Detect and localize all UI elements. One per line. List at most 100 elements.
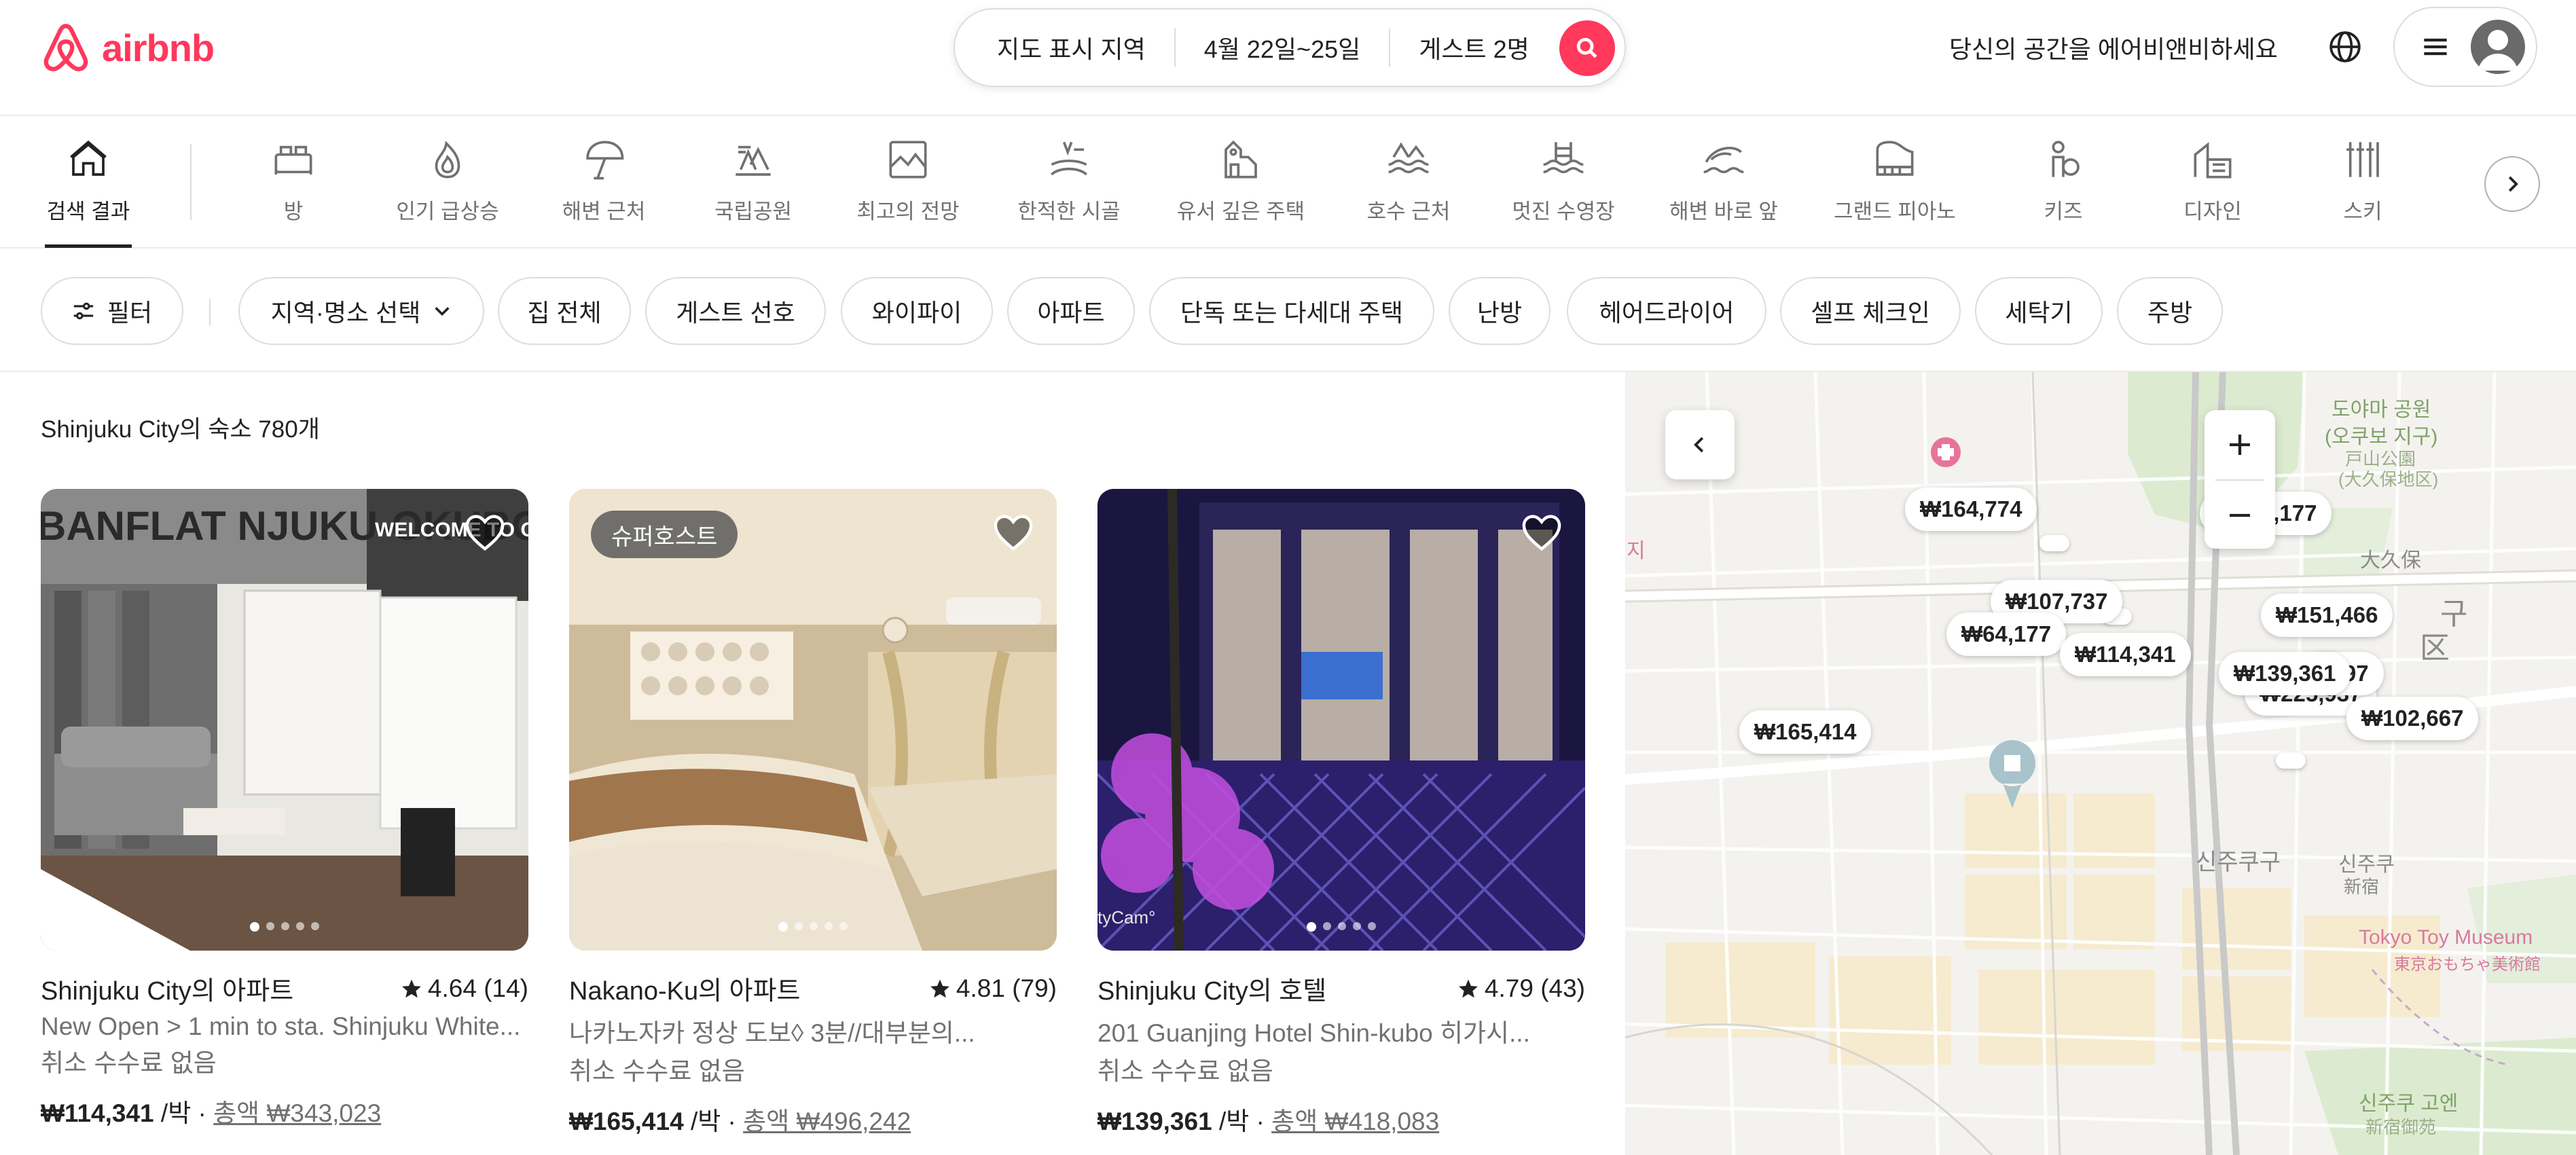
- category-label: 방: [283, 200, 304, 223]
- map-back-button[interactable]: [1665, 410, 1735, 479]
- photo-dots: [1097, 922, 1585, 932]
- listing-total-price[interactable]: 총액 ₩496,242: [743, 1107, 911, 1135]
- filter-chip-label: 난방: [1476, 299, 1523, 327]
- category-piano[interactable]: 그랜드 피아노: [1827, 137, 1963, 225]
- search-button[interactable]: [1559, 20, 1615, 76]
- filter-button-label: 필터: [107, 299, 153, 327]
- map-panel[interactable]: 도야마 공원 (오쿠보 지구) 戸山公園 (大久保地区) 大久保 구 区 신주쿠…: [1625, 372, 2576, 1155]
- heart-icon[interactable]: [993, 513, 1034, 551]
- filter-chip-guest-favorite[interactable]: 게스트 선호: [645, 277, 826, 345]
- filter-chip-label: 세탁기: [2005, 299, 2073, 327]
- zoom-out-button[interactable]: [2205, 481, 2275, 550]
- listing-nightly-price: ₩139,361: [1097, 1107, 1212, 1135]
- map-price-pin[interactable]: ₩114,341: [2060, 633, 2191, 676]
- user-menu-button[interactable]: [2393, 7, 2537, 87]
- filter-chip-kitchen[interactable]: 주방: [2117, 277, 2223, 345]
- category-label: 스키: [2343, 200, 2382, 223]
- search-location[interactable]: 지도 표시 지역: [955, 30, 1174, 65]
- photo-dot: [266, 922, 274, 930]
- category-next-button[interactable]: [2484, 156, 2540, 212]
- filter-chip-apartment[interactable]: 아파트: [1007, 277, 1135, 345]
- listing-card[interactable]: BANFLAT NJUKU-OKUBO WELCOME TO OUR LOVEL…: [41, 489, 528, 1129]
- listing-photo-image: tyCam°: [1097, 489, 1585, 951]
- category-lake[interactable]: 호수 근처: [1341, 137, 1476, 225]
- listing-price: ₩165,414 /박 · 총액 ₩496,242: [569, 1101, 1057, 1137]
- airbnb-logo[interactable]: airbnb: [39, 19, 215, 76]
- category-view[interactable]: 최고의 전망: [840, 137, 976, 225]
- category-design[interactable]: 디자인: [2145, 137, 2281, 225]
- heart-icon[interactable]: [465, 513, 505, 551]
- map-label-gyoen: 신주쿠 고엔: [2359, 1093, 2459, 1115]
- listing-per-night: /박 ·: [153, 1099, 214, 1127]
- heart-icon[interactable]: [1521, 513, 1562, 551]
- listing-total-price[interactable]: 총액 ₩418,083: [1271, 1107, 1439, 1135]
- map-pin-dot[interactable]: [2276, 752, 2306, 769]
- room-icon: [274, 145, 312, 175]
- filter-chip-house[interactable]: 단독 또는 다세대 주택: [1149, 277, 1434, 345]
- avatar-icon: [2471, 20, 2525, 74]
- filter-chip-heating[interactable]: 난방: [1449, 277, 1550, 345]
- category-beachfront[interactable]: 해변 바로 앞: [1656, 137, 1792, 225]
- map-pin-dot[interactable]: [2039, 535, 2069, 551]
- listing-card[interactable]: tyCam° Shinjuku City의 호텔 4.79 (43) 201 G…: [1097, 489, 1585, 1137]
- listing-subtitle: New Open > 1 min to sta. Shinjuku White.…: [41, 1012, 521, 1040]
- map-price-pin[interactable]: ₩102,667: [2346, 697, 2479, 740]
- lake-icon: [1388, 142, 1429, 174]
- photo-dot: [824, 922, 833, 930]
- zoom-in-button[interactable]: [2205, 410, 2275, 479]
- category-countryside[interactable]: 한적한 시골: [1001, 137, 1137, 225]
- filter-chip-self-checkin[interactable]: 셀프 체크인: [1780, 277, 1961, 345]
- filter-button[interactable]: 필터: [41, 277, 183, 345]
- category-room[interactable]: 방: [225, 137, 361, 225]
- listing-card[interactable]: 슈퍼호스트 Nakano-Ku의 아파트 4.81 (79) 나카노자카 정상 …: [569, 489, 1057, 1137]
- category-pool[interactable]: 멋진 수영장: [1495, 137, 1631, 225]
- photo-sign-text: WELCOME TO OUR LOVELY: [375, 519, 528, 541]
- category-label: 해변 근처: [562, 200, 646, 223]
- view-icon: [889, 141, 927, 179]
- become-host-link[interactable]: 당신의 공간을 에어비앤비하세요: [1949, 30, 2278, 65]
- map-label-edge: 지: [1627, 540, 1646, 562]
- photo-dots: [569, 922, 1057, 932]
- map-price-pin[interactable]: ₩64,177: [1946, 612, 2067, 656]
- listing-cancellation: 취소 수수료 없음: [1097, 1057, 1273, 1085]
- listing-photo[interactable]: tyCam°: [1097, 489, 1585, 951]
- listing-title: Nakano-Ku의 아파트: [569, 977, 801, 1006]
- map-price-pin[interactable]: ₩151,466: [2261, 593, 2393, 637]
- listing-photo[interactable]: BANFLAT NJUKU-OKUBO WELCOME TO OUR LOVEL…: [41, 489, 528, 951]
- map-label-shinjuku-jp: 新宿: [2344, 877, 2380, 897]
- map-price-pin[interactable]: ₩139,361: [2219, 652, 2351, 695]
- map-label-gyoen-jp: 新宿御苑: [2365, 1117, 2437, 1137]
- map-label-okubo: 大久保: [2360, 549, 2421, 572]
- listing-rating-value: 4.64 (14): [427, 974, 528, 1002]
- photo-dot: [795, 922, 803, 930]
- category-historic-home[interactable]: 유서 깊은 주택: [1173, 137, 1309, 225]
- filter-chip-wifi[interactable]: 와이파이: [841, 277, 993, 345]
- listing-total-price[interactable]: 총액 ₩343,023: [213, 1099, 381, 1127]
- hamburger-menu-icon: [2424, 38, 2447, 56]
- photo-dots: [41, 922, 528, 932]
- map-price-pin[interactable]: ₩164,774: [1905, 488, 2037, 531]
- category-kids[interactable]: 키즈: [1995, 137, 2131, 225]
- search-bar[interactable]: 지도 표시 지역 4월 22일~25일 게스트 2명: [954, 8, 1626, 87]
- filter-chip-region[interactable]: 지역·명소 선택: [238, 277, 484, 345]
- filter-chip-washer[interactable]: 세탁기: [1975, 277, 2103, 345]
- category-ski[interactable]: 스키: [2295, 137, 2431, 225]
- listing-subtitle: 201 Guanjing Hotel Shin-kubo 히가시...: [1097, 1019, 1530, 1047]
- active-category-underline: [45, 244, 132, 248]
- search-results-icon: [70, 140, 107, 176]
- filter-chip-entire-home[interactable]: 집 전체: [498, 277, 631, 345]
- category-label: 디자인: [2183, 200, 2242, 223]
- category-beach-umbrella[interactable]: 해변 근처: [536, 137, 672, 225]
- filter-chip-label: 셀프 체크인: [1811, 299, 1930, 327]
- search-guests[interactable]: 게스트 2명: [1390, 30, 1558, 65]
- photo-dot: [839, 922, 848, 930]
- filter-chip-hairdryer[interactable]: 헤어드라이어: [1567, 277, 1766, 345]
- globe-icon[interactable]: [2328, 30, 2362, 64]
- category-national-park[interactable]: 국립공원: [685, 137, 821, 225]
- category-search-results[interactable]: 검색 결과: [20, 137, 156, 225]
- map-price-pin[interactable]: ₩165,414: [1739, 710, 1872, 754]
- listing-photo[interactable]: 슈퍼호스트: [569, 489, 1057, 951]
- search-dates[interactable]: 4월 22일~25일: [1176, 30, 1390, 65]
- superhost-badge: 슈퍼호스트: [591, 511, 738, 558]
- category-trending-fire[interactable]: 인기 급상승: [380, 137, 515, 225]
